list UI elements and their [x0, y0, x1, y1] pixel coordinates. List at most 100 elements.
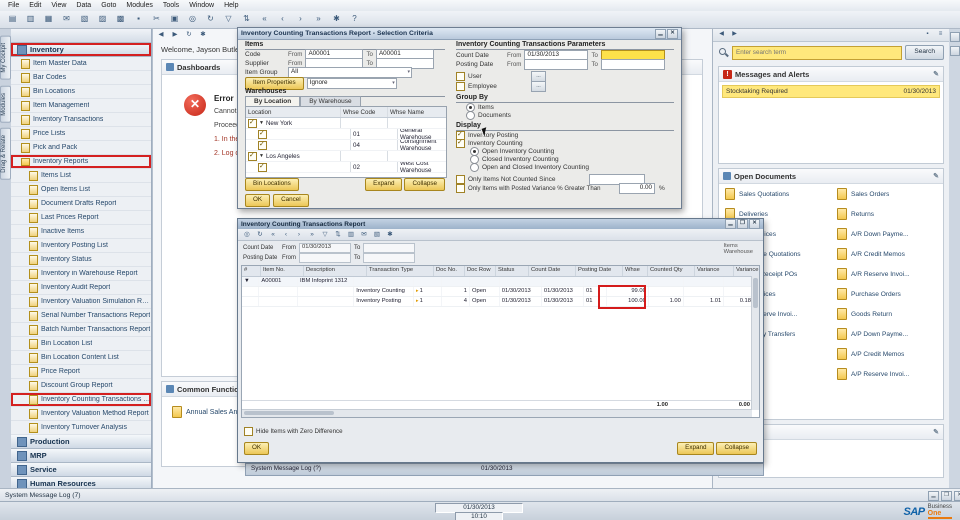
sidebar-item[interactable]: Serial Number Transactions Report [11, 309, 151, 323]
variance-checkbox[interactable] [456, 184, 465, 193]
filter-icon[interactable]: ▽ [220, 12, 237, 27]
menu-icon[interactable]: ≡ [935, 30, 946, 40]
forward-icon[interactable]: ▶ [169, 30, 181, 40]
sidebar-item[interactable]: Open Items List [11, 183, 151, 197]
alert-item[interactable]: Stocktaking Required 01/30/2013 [722, 85, 940, 98]
sidebar-item[interactable]: Price Lists [11, 127, 151, 141]
inventory-counting-checkbox[interactable] [456, 138, 465, 148]
refresh-icon[interactable]: ↻ [202, 12, 219, 27]
Consignment Warehouse[interactable]: 04 Consignment Warehouse [246, 140, 446, 151]
print-icon[interactable]: ▥ [345, 230, 357, 240]
sidebar-item[interactable]: Bin Location Content List [11, 351, 151, 365]
sidebar-item[interactable]: MRP [11, 449, 151, 463]
sidebar-item[interactable]: Inventory in Warehouse Report [11, 267, 151, 281]
side-tab[interactable]: My Cockpit [0, 36, 11, 80]
open-document-link[interactable]: Sales Quotations [719, 184, 831, 204]
pin-icon[interactable]: ▪ [922, 30, 933, 40]
results-column-header[interactable]: Status [496, 266, 529, 276]
results-vertical-scrollbar[interactable] [751, 276, 759, 410]
sidebar-item[interactable]: Bin Locations [11, 85, 151, 99]
menu-item[interactable]: Modules [121, 2, 157, 9]
sidebar-item[interactable]: Production [11, 435, 151, 449]
close-dialog-icon[interactable]: ✕ [667, 28, 678, 39]
sidebar-item[interactable]: Items List [11, 169, 151, 183]
results-column-header[interactable]: Doc No. [434, 266, 465, 276]
edit-widget-icon[interactable]: ✎ [933, 70, 939, 78]
lock-icon[interactable]: ▪ [130, 12, 147, 27]
restore-results-icon[interactable]: ❐ [737, 219, 748, 229]
variance-value-field[interactable]: 0.00 [619, 183, 655, 194]
results-column-header[interactable]: Counted Qty [648, 266, 695, 276]
open-closed-ic-radio[interactable] [470, 163, 479, 172]
export-icon[interactable]: ▧ [371, 230, 383, 240]
results-column-header[interactable]: Item No. [261, 266, 304, 276]
results-column-header[interactable]: Variance [695, 266, 734, 276]
side-tab[interactable]: Drag & Relate [0, 128, 11, 181]
open-document-link[interactable]: Returns [831, 204, 943, 224]
collapse-button[interactable]: Collapse [404, 178, 445, 191]
results-column-header[interactable]: # [242, 266, 261, 276]
variance-option[interactable]: Only Items with Posted Variance % Greate… [456, 183, 665, 194]
open-document-link[interactable]: A/R Down Payme... [831, 224, 943, 244]
export-pdf-icon[interactable]: ▩ [112, 12, 129, 27]
settings-icon[interactable]: ✱ [384, 230, 396, 240]
hide-zero-checkbox[interactable] [244, 427, 253, 436]
employee-checkbox[interactable] [456, 82, 465, 91]
first-record-icon[interactable]: « [256, 12, 273, 27]
results-expand-button[interactable]: Expand [677, 442, 715, 455]
minimize-dialog-icon[interactable]: ▁ [655, 28, 666, 39]
results-posting-date-to[interactable] [363, 253, 416, 263]
documents-radio[interactable] [466, 111, 475, 120]
find-icon[interactable]: ◎ [241, 230, 253, 240]
collapse-panel-icon[interactable] [950, 32, 960, 42]
results-count-date-to[interactable] [363, 243, 416, 253]
search-input[interactable] [732, 45, 903, 60]
close-results-icon[interactable]: ✕ [749, 219, 760, 229]
sidebar-item[interactable]: Pick and Pack [11, 141, 151, 155]
minimize-results-icon[interactable]: ▁ [725, 219, 736, 229]
open-closed-ic-option[interactable]: Open and Closed Inventory Counting [470, 163, 589, 172]
message-log-strip[interactable]: System Message Log (?) 01/30/2013 [245, 463, 764, 476]
refresh-icon[interactable]: ↻ [254, 230, 266, 240]
warehouse-checkbox[interactable] [258, 162, 267, 172]
General Warehouse[interactable]: 01 General Warehouse [246, 129, 446, 140]
copy-icon[interactable]: ▣ [166, 12, 183, 27]
print-icon[interactable]: ▥ [22, 12, 39, 27]
open-document-link[interactable]: Sales Orders [831, 184, 943, 204]
warehouse-checkbox[interactable] [248, 151, 257, 161]
results-group-row[interactable]: ▼ A00001 IBM Infoprint 1312 [242, 277, 759, 287]
export-excel-icon[interactable]: ▧ [76, 12, 93, 27]
sidebar-item[interactable]: Inventory Turnover Analysis [11, 421, 151, 435]
posting-date-to-field[interactable] [600, 59, 665, 70]
results-horizontal-scrollbar[interactable] [242, 409, 752, 417]
sidebar-item[interactable]: Inventory Status [11, 253, 151, 267]
sidebar-item[interactable]: Inventory Counting Transactions Report [11, 393, 151, 407]
system-message-log-link[interactable]: System Message Log (7) [5, 492, 81, 499]
sidebar-item[interactable]: Inventory Reports [11, 155, 151, 169]
last-record-icon[interactable]: » [310, 12, 327, 27]
sidebar-item[interactable]: Inventory Valuation Simulation Report [11, 295, 151, 309]
email-icon[interactable]: ✉ [58, 12, 75, 27]
help-icon[interactable]: ? [346, 12, 363, 27]
statusbar-minimize-icon[interactable]: ▁ [928, 490, 939, 501]
email-icon[interactable]: ✉ [358, 230, 370, 240]
ok-button[interactable]: OK [245, 194, 271, 207]
cut-icon[interactable]: ✂ [148, 12, 165, 27]
menu-item[interactable]: Tools [158, 2, 184, 9]
sort-icon[interactable]: ⇅ [332, 230, 344, 240]
edit-widget-icon[interactable]: ✎ [933, 172, 939, 180]
previous-record-icon[interactable]: ‹ [274, 12, 291, 27]
sidebar-item[interactable]: Inventory [11, 43, 151, 57]
refresh-icon[interactable]: ↻ [183, 30, 195, 40]
next-record-icon[interactable]: › [292, 12, 309, 27]
results-column-header[interactable]: Posting Date [576, 266, 623, 276]
warehouse-row[interactable]: ▼ New York [246, 118, 446, 129]
results-titlebar[interactable]: Inventory Counting Transactions Report ▁… [238, 219, 763, 229]
sidebar-item[interactable]: Item Master Data [11, 57, 151, 71]
open-document-link[interactable]: A/R Reserve Invoi... [831, 264, 943, 284]
expand-arrow-icon[interactable]: ▼ [259, 153, 264, 159]
statusbar-close-icon[interactable]: ✕ [954, 490, 960, 501]
results-column-header[interactable]: Variance % [734, 266, 759, 276]
warehouse-row[interactable]: ▼ Los Angeles [246, 151, 446, 162]
sidebar-item[interactable]: Service [11, 463, 151, 477]
